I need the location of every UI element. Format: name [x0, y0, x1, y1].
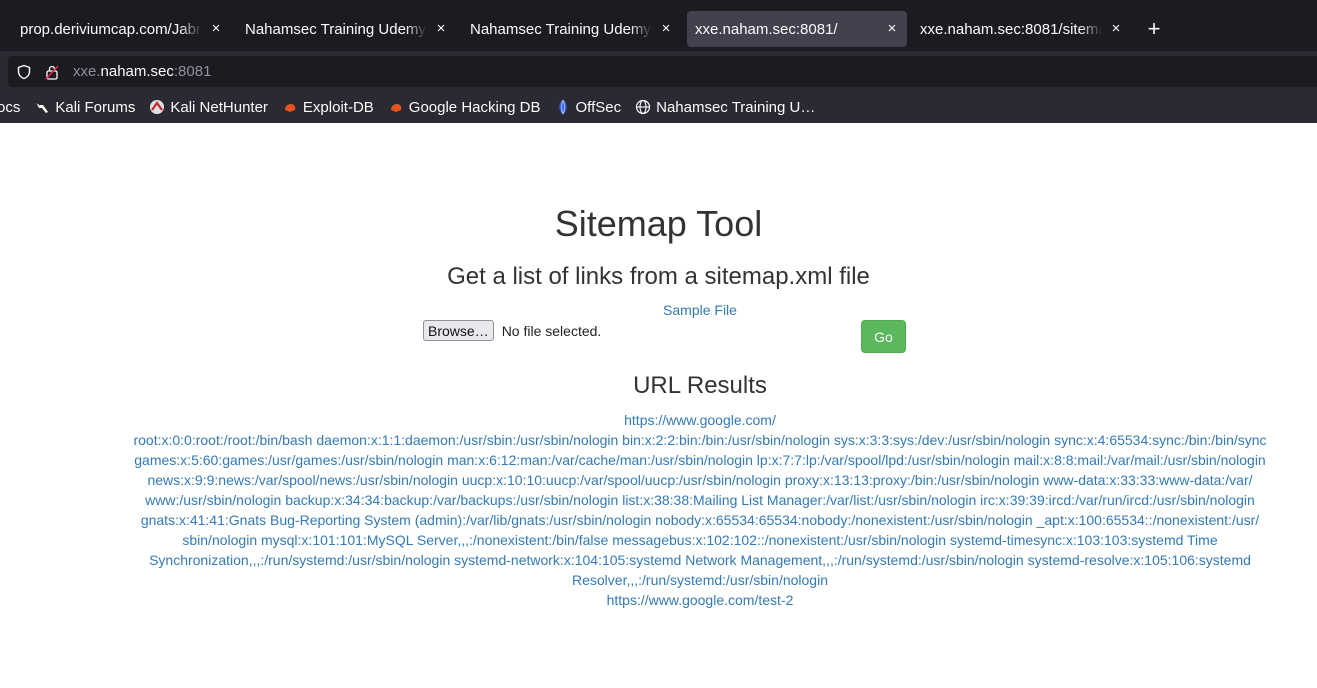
tab-title: xxe.naham.sec:8081/	[695, 20, 838, 38]
url-results-list: https://www.google.com/ root:x:0:0:root:…	[133, 410, 1267, 610]
tab-title: Nahamsec Training Udemy Cou	[245, 20, 427, 38]
go-button[interactable]: Go	[861, 320, 906, 353]
bookmark-kali-nethunter[interactable]: Kali NetHunter	[149, 99, 268, 116]
result-link[interactable]: https://www.google.com/	[133, 410, 1267, 430]
tab-title: prop.deriviumcap.com/Jabrat	[20, 20, 202, 38]
tab-prop-deriviumcap[interactable]: prop.deriviumcap.com/Jabrat ×	[12, 11, 227, 47]
address-bar[interactable]: xxe.naham.sec:8081	[8, 56, 1317, 87]
tab-nahamsec-training-2[interactable]: Nahamsec Training Udemy Cou ×	[462, 11, 677, 47]
exploit-db-icon	[284, 104, 296, 112]
ghdb-icon	[390, 104, 402, 112]
bookmark-label: ocs	[0, 98, 21, 116]
navigation-bar: xxe.naham.sec:8081	[0, 51, 1317, 91]
url-text[interactable]: xxe.naham.sec:8081	[73, 63, 211, 80]
bookmark-label: OffSec	[575, 98, 622, 116]
bookmark-docs[interactable]: ocs	[0, 99, 20, 116]
tab-title: Nahamsec Training Udemy Cou	[470, 20, 652, 38]
bookmark-label: Exploit-DB	[302, 98, 374, 116]
bookmark-kali-forums[interactable]: Kali Forums	[34, 99, 135, 116]
insecure-lock-icon[interactable]	[43, 63, 61, 81]
close-icon[interactable]: ×	[657, 19, 675, 39]
nethunter-icon	[150, 100, 165, 114]
close-icon[interactable]: ×	[1107, 19, 1125, 39]
window-top-strip	[0, 0, 1317, 7]
bookmark-label: Google Hacking DB	[408, 98, 541, 116]
tab-nahamsec-training-1[interactable]: Nahamsec Training Udemy Cou ×	[237, 11, 452, 47]
result-link[interactable]: https://www.google.com/test-2	[133, 590, 1267, 610]
browse-button[interactable]: Browse…	[423, 320, 494, 341]
page-subtitle: Get a list of links from a sitemap.xml f…	[447, 263, 870, 290]
tab-xxe-sitemap[interactable]: xxe.naham.sec:8081/sitemap ×	[912, 11, 1127, 47]
url-prefix: xxe.	[73, 63, 101, 80]
offsec-icon	[558, 99, 567, 115]
url-port: :8081	[173, 63, 212, 80]
bookmark-google-hacking-db[interactable]: Google Hacking DB	[388, 99, 541, 116]
tab-bar: prop.deriviumcap.com/Jabrat × Nahamsec T…	[0, 7, 1317, 51]
close-icon[interactable]: ×	[432, 19, 450, 39]
sample-file-link[interactable]: Sample File	[0, 302, 1317, 318]
file-upload-field: Browse… No file selected.	[423, 320, 601, 341]
tab-xxe-root[interactable]: xxe.naham.sec:8081/ ×	[687, 11, 907, 47]
file-status-text: No file selected.	[501, 322, 602, 339]
close-icon[interactable]: ×	[207, 19, 225, 39]
globe-icon	[636, 99, 651, 115]
tab-title: xxe.naham.sec:8081/sitemap	[920, 20, 1102, 38]
kali-dragon-icon	[36, 101, 49, 113]
bookmark-exploit-db[interactable]: Exploit-DB	[282, 99, 374, 116]
bookmark-label: Kali Forums	[55, 98, 136, 116]
bookmark-label: Nahamsec Training U…	[656, 98, 816, 116]
bookmark-label: Kali NetHunter	[170, 98, 268, 116]
bookmarks-toolbar: ocs Kali Forums Kali NetHunter Exploit-D…	[0, 91, 1317, 123]
result-link[interactable]: root:x:0:0:root:/root:/bin/bash daemon:x…	[133, 430, 1267, 590]
url-host: naham.sec	[100, 63, 174, 80]
page-title: Sitemap Tool	[554, 203, 763, 244]
results-heading: URL Results	[633, 372, 767, 399]
shield-icon[interactable]	[15, 63, 33, 81]
new-tab-button[interactable]: +	[1143, 18, 1165, 40]
page-content: Sitemap Tool Get a list of links from a …	[0, 123, 1317, 688]
bookmark-nahamsec-training[interactable]: Nahamsec Training U…	[635, 99, 815, 116]
close-icon[interactable]: ×	[883, 19, 901, 39]
bookmark-offsec[interactable]: OffSec	[555, 98, 622, 116]
